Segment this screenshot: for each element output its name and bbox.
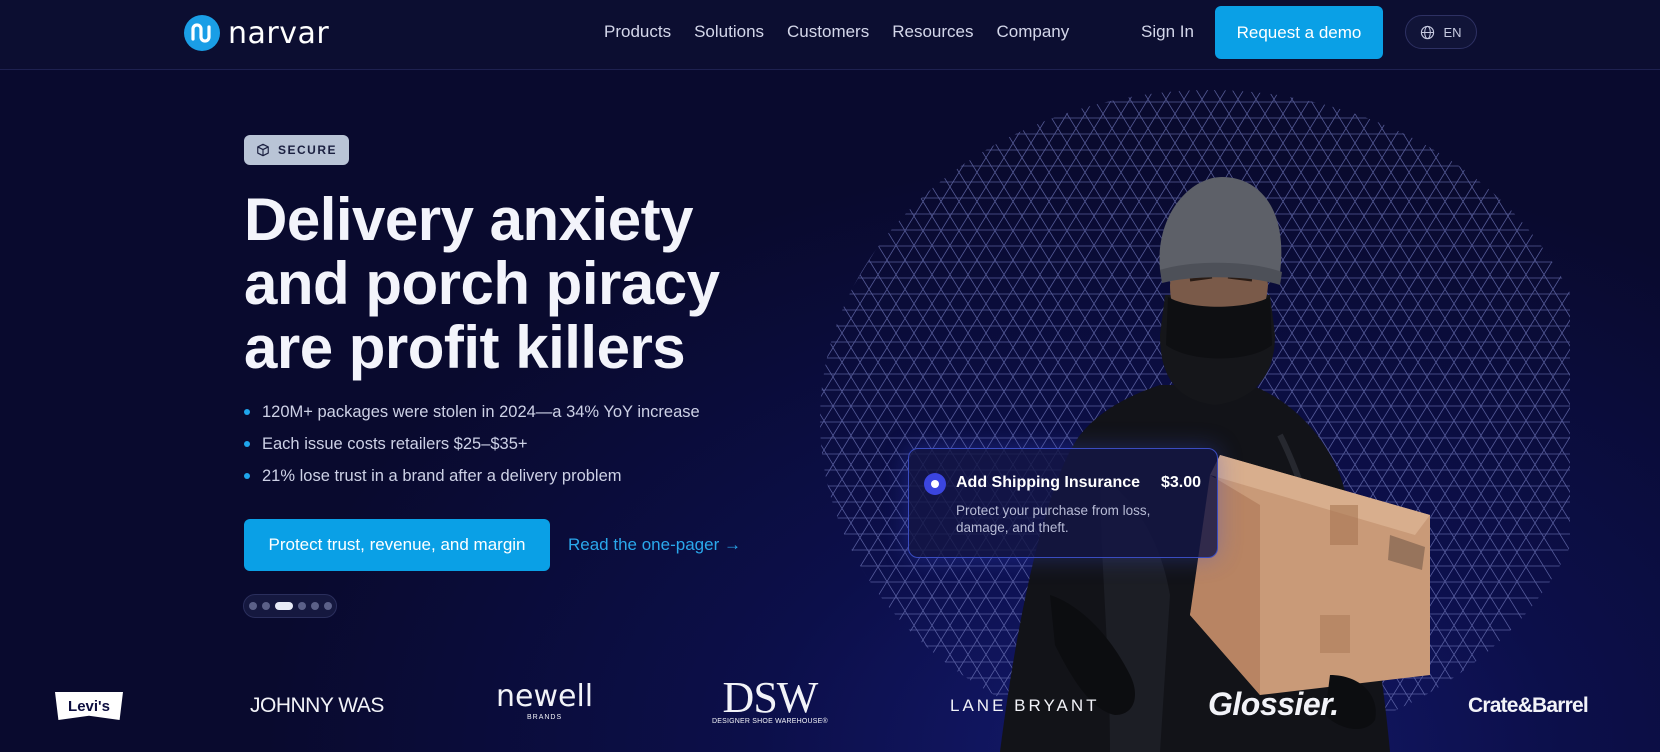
carousel-pagination <box>243 594 337 618</box>
read-one-pager-link[interactable]: Read the one-pager → <box>568 535 741 555</box>
sign-in-link[interactable]: Sign In <box>1141 22 1194 42</box>
insurance-description: Protect your purchase from loss, damage,… <box>956 503 1151 535</box>
newell-logo: newell BRANDS <box>496 679 594 722</box>
johnny-was-logo: JOHNNY WAS <box>250 694 384 717</box>
language-label: EN <box>1443 24 1462 40</box>
protect-cta-button[interactable]: Protect trust, revenue, and margin <box>244 519 550 571</box>
customer-logos: Levi's JOHNNY WAS newell BRANDS DSW DESI… <box>0 673 1660 732</box>
page: narvar Products Solutions Customers Reso… <box>0 0 1660 752</box>
lane-bryant-logo: LANE BRYANT <box>950 696 1100 715</box>
bullet-item: Each issue costs retailers $25–$35+ <box>244 432 700 464</box>
headline-line-3: are profit killers <box>244 314 686 381</box>
nav-solutions[interactable]: Solutions <box>694 22 764 42</box>
bullet-item: 120M+ packages were stolen in 2024—a 34%… <box>244 400 700 432</box>
stat-bullets: 120M+ packages were stolen in 2024—a 34%… <box>244 400 700 496</box>
dsw-subtitle: DESIGNER SHOE WAREHOUSE® <box>712 718 828 725</box>
site-header: narvar Products Solutions Customers Reso… <box>0 0 1660 70</box>
narvar-logo[interactable]: narvar <box>184 14 329 52</box>
nav-resources[interactable]: Resources <box>892 22 973 42</box>
nav-products[interactable]: Products <box>604 22 671 42</box>
request-demo-button[interactable]: Request a demo <box>1215 6 1383 59</box>
insurance-price: $3.00 <box>1160 474 1201 491</box>
carousel-dot[interactable] <box>261 602 270 610</box>
headline-line-2: and porch piracy <box>244 250 720 317</box>
insurance-title: Add Shipping Insurance <box>956 474 1141 491</box>
globe-icon <box>1421 25 1435 39</box>
shipping-insurance-card[interactable]: Add Shipping Insurance $3.00 Protect you… <box>908 448 1218 558</box>
main-nav: Products Solutions Customers Resources C… <box>604 22 1069 42</box>
nav-company[interactable]: Company <box>996 22 1069 42</box>
insurance-radio[interactable] <box>924 473 946 495</box>
carousel-dot[interactable] <box>274 602 293 610</box>
dsw-logo: DSW DESIGNER SHOE WAREHOUSE® <box>712 673 828 726</box>
hero-headline: Delivery anxiety and porch piracy are pr… <box>244 188 764 380</box>
bullet-item: 21% lose trust in a brand after a delive… <box>244 464 700 496</box>
box-icon <box>257 143 269 157</box>
nav-customers[interactable]: Customers <box>787 22 869 42</box>
levis-logo: Levi's <box>55 692 123 720</box>
carousel-dot[interactable] <box>248 602 257 610</box>
crate-barrel-logo: Crate&Barrel <box>1468 694 1589 717</box>
glossier-logo: Glossier. <box>1208 686 1339 722</box>
carousel-dot[interactable] <box>297 602 306 610</box>
newell-subtitle: BRANDS <box>526 714 563 721</box>
logo-wordmark: narvar <box>228 15 330 51</box>
language-selector[interactable]: EN <box>1405 15 1477 49</box>
badge-label: SECURE <box>277 143 337 157</box>
headline-line-1: Delivery anxiety <box>244 186 693 253</box>
carousel-dot[interactable] <box>323 602 332 610</box>
dsw-wordmark: DSW <box>722 673 819 722</box>
secure-badge: SECURE <box>244 135 349 165</box>
carousel-dot[interactable] <box>310 602 319 610</box>
narvar-logo-icon <box>184 15 220 51</box>
newell-wordmark: newell <box>496 679 594 714</box>
